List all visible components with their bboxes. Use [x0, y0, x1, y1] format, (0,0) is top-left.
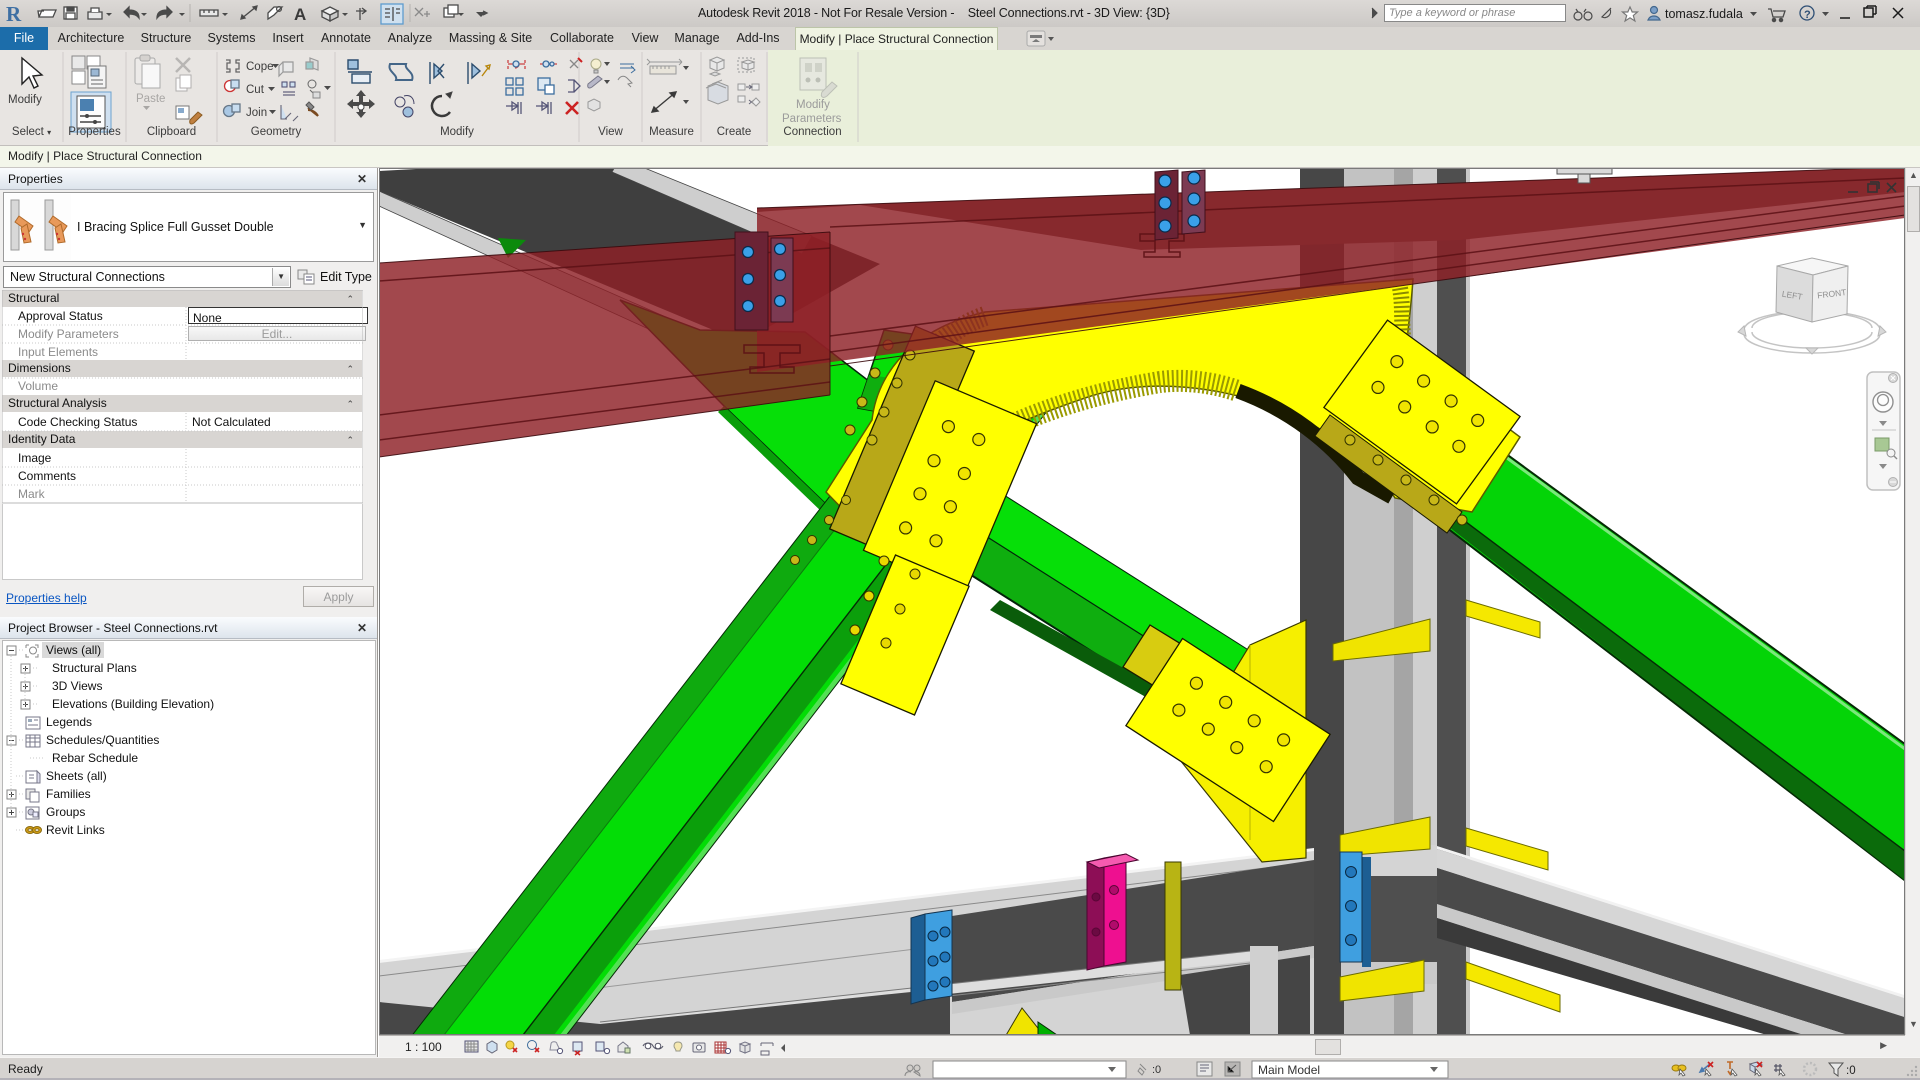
svg-text:Families: Families: [46, 787, 91, 801]
svg-text:A: A: [294, 5, 306, 24]
svg-text:Rebar Schedule: Rebar Schedule: [52, 751, 138, 765]
svg-text:Cut: Cut: [246, 84, 265, 96]
svg-text:Legends: Legends: [46, 715, 92, 729]
svg-text:Main Model: Main Model: [1258, 1063, 1320, 1077]
svg-text:Schedules/Quantities: Schedules/Quantities: [46, 733, 159, 747]
svg-text:Sheets (all): Sheets (all): [46, 769, 107, 783]
svg-text::0: :0: [1152, 1064, 1161, 1076]
svg-text:Elevations (Building Elevation: Elevations (Building Elevation): [52, 697, 214, 711]
svg-text::0: :0: [1846, 1065, 1856, 1077]
svg-text:tomasz.fudala: tomasz.fudala: [1665, 7, 1743, 21]
svg-text:Paste: Paste: [136, 93, 165, 105]
svg-text:Join: Join: [246, 107, 267, 119]
svg-text:?: ?: [1804, 9, 1811, 21]
svg-text:Cope: Cope: [246, 61, 274, 73]
svg-text:Parameters: Parameters: [782, 113, 842, 125]
svg-text:Structural Plans: Structural Plans: [52, 661, 137, 675]
svg-text:3D Views: 3D Views: [52, 679, 102, 693]
svg-text:Groups: Groups: [46, 805, 85, 819]
svg-text:Revit Links: Revit Links: [46, 823, 105, 837]
svg-text:R: R: [6, 2, 22, 26]
svg-text:Modify: Modify: [796, 99, 830, 111]
svg-text:Views (all): Views (all): [46, 643, 101, 657]
